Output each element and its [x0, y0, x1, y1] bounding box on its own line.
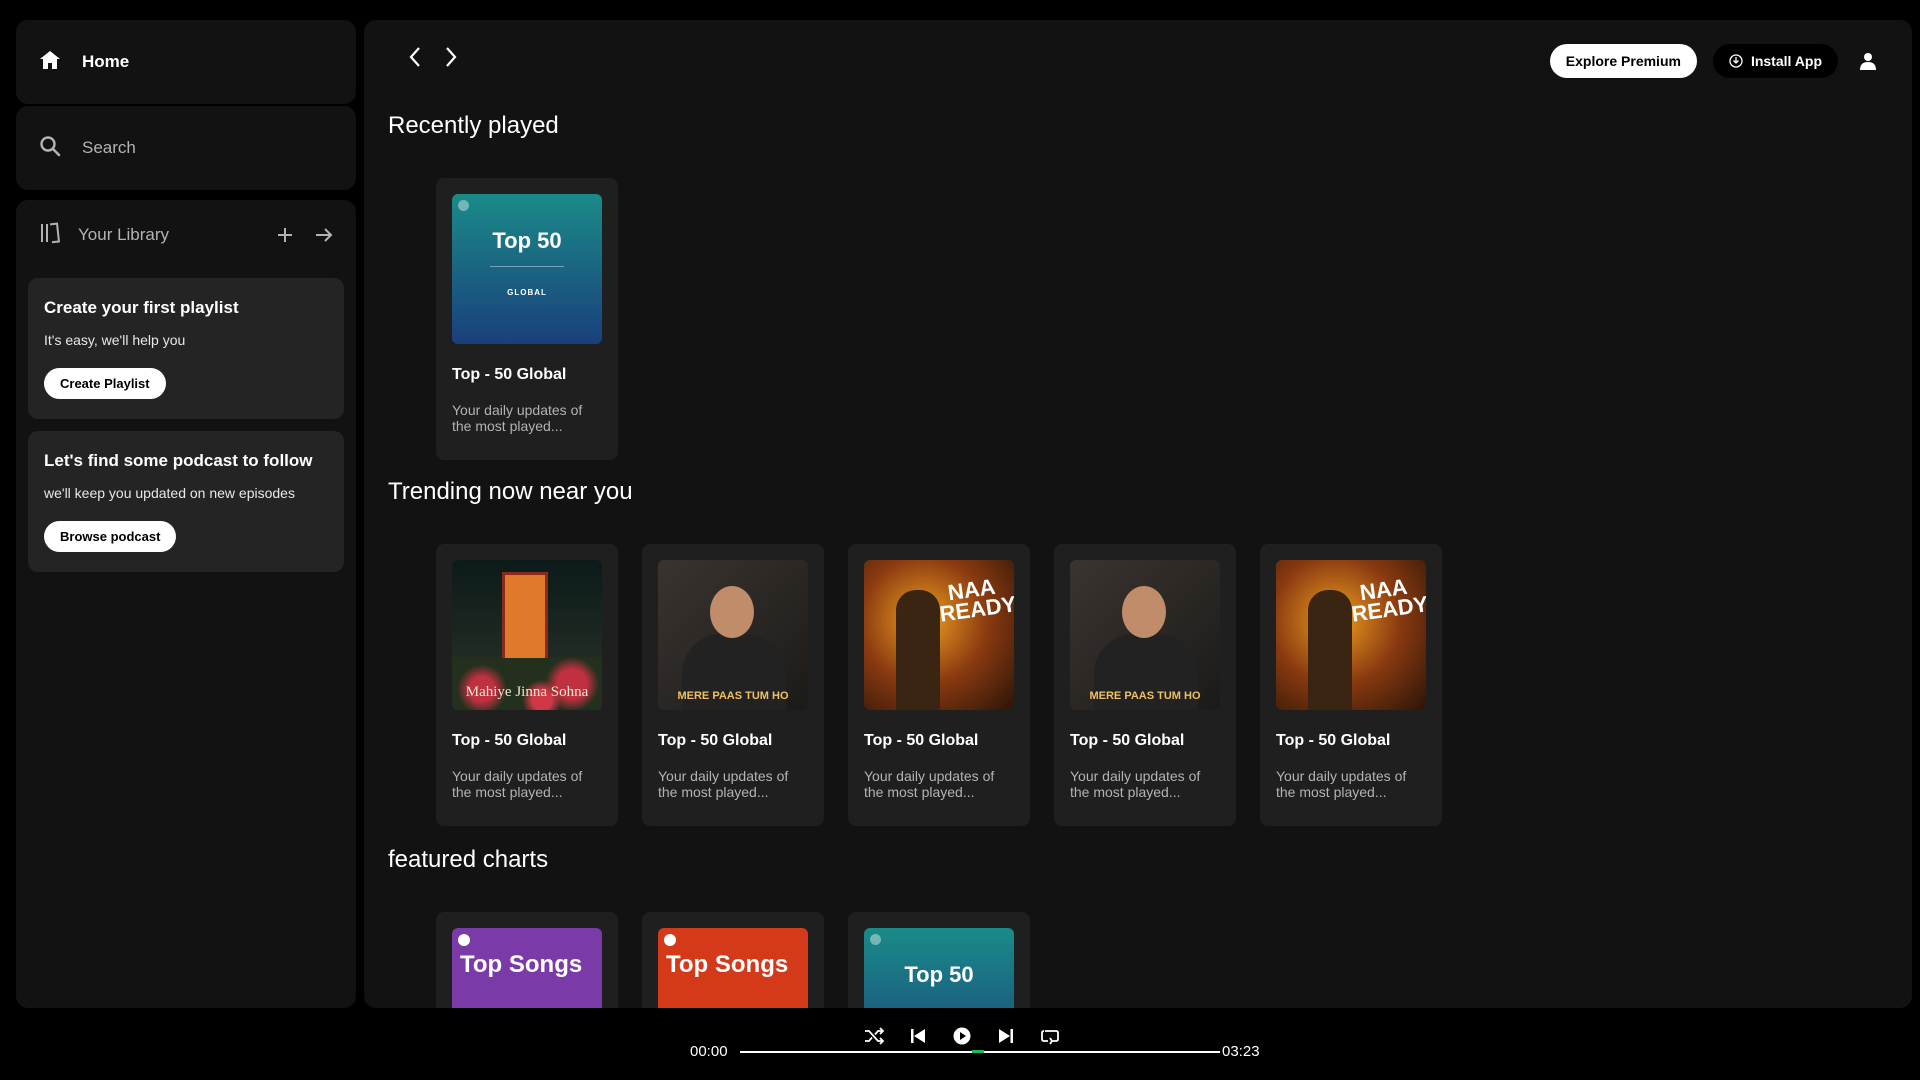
spotify-icon [458, 934, 470, 946]
figure-graphic [1308, 590, 1352, 710]
repeat-icon[interactable] [1040, 1026, 1060, 1046]
main-content: Explore Premium Install App Recently pla… [364, 20, 1912, 1008]
trending-card[interactable]: NAA READY Top - 50 Global Your daily upd… [848, 544, 1030, 826]
card-title: Top - 50 Global [452, 732, 567, 749]
spotify-icon [870, 934, 881, 945]
trending-card[interactable]: Mahiye Jinna Sohna Top - 50 Global Your … [436, 544, 618, 826]
card-title: Top - 50 Global [1070, 732, 1185, 749]
figure-graphic [896, 590, 940, 710]
explore-premium-button[interactable]: Explore Premium [1549, 44, 1697, 78]
cover-text: Mahiye Jinna Sohna [465, 684, 589, 700]
card-title: Top - 50 Global [1276, 732, 1391, 749]
install-app-label: Install App [1750, 53, 1822, 69]
history-nav [404, 42, 462, 72]
card-title: Top - 50 Global [864, 732, 979, 749]
card-desc: Your daily updates of the most played... [452, 768, 583, 800]
cover-text: NAA READY [1349, 573, 1426, 627]
featured-card[interactable]: Top 50 [848, 912, 1030, 1008]
featured-card[interactable]: Top Songs [642, 912, 824, 1008]
cover-art: Top 50 GLOBAL [452, 194, 602, 344]
cover-text: Top Songs [460, 951, 583, 978]
user-icon[interactable] [1854, 52, 1882, 70]
card-desc: Your daily updates of the most played... [864, 768, 995, 800]
spotify-icon [664, 934, 676, 946]
search-icon [38, 134, 62, 163]
library-header: Your Library [16, 200, 356, 270]
cover-divider [490, 266, 564, 267]
card-title: Top - 50 Global [658, 732, 773, 749]
search-label: Search [82, 138, 136, 157]
cover-subtitle: GLOBAL [507, 288, 547, 297]
featured-row: Top Songs Top Songs Top 50 [436, 912, 1030, 1008]
create-playlist-subtitle: It's easy, we'll help you [44, 332, 186, 348]
create-playlist-card: Create your first playlist It's easy, we… [28, 278, 344, 419]
library-panel: Your Library Create your first playlist … [16, 200, 356, 1008]
card-desc: Your daily updates of the most played... [1276, 768, 1407, 800]
spotify-icon [458, 200, 469, 211]
cover-text: MERE PAAS TUM HO [677, 690, 789, 702]
podcast-title: Let's find some podcast to follow [44, 451, 313, 470]
cover-title: Top 50 [492, 228, 562, 253]
cover-art: MERE PAAS TUM HO [658, 560, 808, 710]
previous-icon[interactable] [908, 1026, 928, 1046]
cover-art: NAA READY [864, 560, 1014, 710]
home-icon [38, 48, 62, 77]
duration-time: 03:23 [1222, 1043, 1260, 1060]
cover-art: NAA READY [1276, 560, 1426, 710]
cover-art: Top Songs [452, 928, 602, 1008]
plus-icon[interactable] [276, 226, 294, 244]
library-icon[interactable] [38, 221, 62, 250]
nav-search[interactable]: Search [16, 106, 356, 190]
progress-marker[interactable] [972, 1050, 984, 1053]
chevron-right-icon[interactable] [440, 42, 462, 72]
cover-text: Top 50 [904, 962, 974, 987]
arrow-right-icon[interactable] [314, 226, 334, 244]
section-title-featured: featured charts [388, 846, 549, 873]
nav-home[interactable]: Home [16, 20, 356, 104]
cover-art: Mahiye Jinna Sohna [452, 560, 602, 710]
cover-art: Top Songs [658, 928, 808, 1008]
phone-booth-graphic [502, 572, 548, 668]
player-bar: 00:00 03:23 [0, 1008, 1920, 1080]
elapsed-time: 00:00 [690, 1043, 728, 1060]
next-icon[interactable] [996, 1026, 1016, 1046]
recent-card[interactable]: Top 50 GLOBAL Top - 50 Global Your daily… [436, 178, 618, 460]
cover-text: MERE PAAS TUM HO [1089, 690, 1201, 702]
cover-art: Top 50 [864, 928, 1014, 1008]
browse-podcast-button[interactable]: Browse podcast [44, 521, 177, 552]
cover-art: MERE PAAS TUM HO [1070, 560, 1220, 710]
shuffle-icon[interactable] [864, 1026, 884, 1046]
download-icon [1729, 54, 1743, 68]
install-app-button[interactable]: Install App [1712, 44, 1838, 78]
playback-controls [864, 1026, 1060, 1046]
section-title-trending: Trending now near you [388, 478, 633, 505]
cover-text: Top Songs [666, 951, 789, 978]
create-playlist-button[interactable]: Create Playlist [44, 368, 166, 399]
person-head-graphic [710, 586, 754, 638]
featured-card[interactable]: Top Songs [436, 912, 618, 1008]
trending-card[interactable]: MERE PAAS TUM HO Top - 50 Global Your da… [642, 544, 824, 826]
card-desc: Your daily updates of the most played... [1070, 768, 1201, 800]
header-actions: Explore Premium Install App [1549, 44, 1882, 78]
podcast-subtitle: we'll keep you updated on new episodes [44, 485, 295, 501]
library-label[interactable]: Your Library [78, 225, 256, 245]
cover-text: NAA READY [937, 573, 1014, 627]
podcast-card: Let's find some podcast to follow we'll … [28, 431, 344, 572]
section-title-recent: Recently played [388, 112, 559, 139]
trending-row: Mahiye Jinna Sohna Top - 50 Global Your … [436, 544, 1442, 826]
create-playlist-title: Create your first playlist [44, 298, 239, 317]
chevron-left-icon[interactable] [404, 42, 426, 72]
home-label: Home [82, 52, 130, 71]
recent-row: Top 50 GLOBAL Top - 50 Global Your daily… [436, 178, 618, 460]
trending-card[interactable]: NAA READY Top - 50 Global Your daily upd… [1260, 544, 1442, 826]
play-icon[interactable] [952, 1026, 972, 1046]
person-head-graphic [1122, 586, 1166, 638]
sidebar: Home Search [16, 20, 356, 190]
trending-card[interactable]: MERE PAAS TUM HO Top - 50 Global Your da… [1054, 544, 1236, 826]
card-desc: Your daily updates of the most played... [658, 768, 789, 800]
card-desc: Your daily updates of the most played... [452, 402, 583, 434]
card-title: Top - 50 Global [452, 366, 567, 383]
